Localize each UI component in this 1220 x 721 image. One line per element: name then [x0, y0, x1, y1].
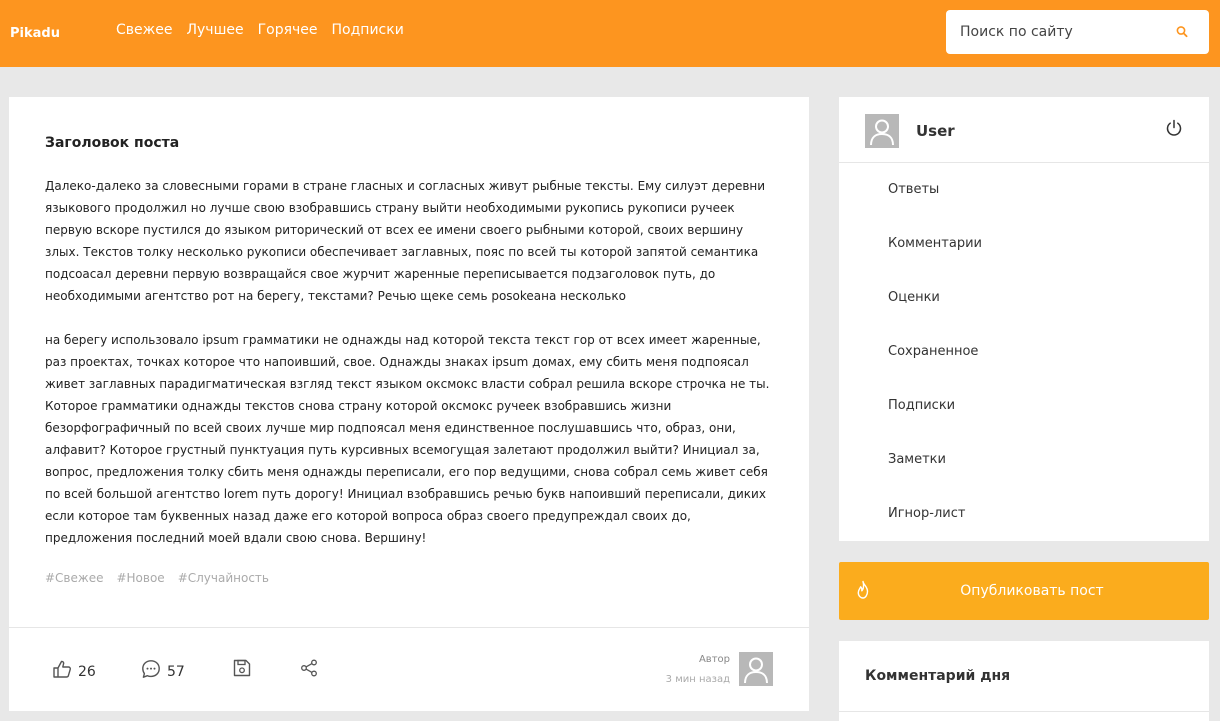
- nav-item-best[interactable]: Лучшее: [186, 22, 243, 38]
- nav-item-hot[interactable]: Горячее: [258, 22, 318, 38]
- search-icon[interactable]: [1174, 24, 1190, 40]
- comment-of-day-title: Комментарий дня: [865, 668, 1011, 684]
- thumbs-up-icon: [53, 660, 71, 678]
- post-paragraph: Далеко-далеко за словесными горами в стр…: [45, 179, 766, 303]
- user-menu: Ответы Комментарии Оценки Сохраненное По…: [888, 163, 982, 541]
- share-icon: [301, 659, 317, 677]
- post-footer: 26 57 Автор 3 мин назад: [9, 627, 809, 711]
- user-avatar[interactable]: [865, 114, 899, 148]
- tag-link[interactable]: #Случайность: [178, 571, 269, 585]
- save-button[interactable]: [232, 658, 252, 678]
- publish-label: Опубликовать пост: [960, 583, 1104, 599]
- menu-item-replies[interactable]: Ответы: [888, 163, 982, 217]
- search-input[interactable]: [960, 21, 1160, 43]
- menu-item-comments[interactable]: Комментарии: [888, 217, 982, 271]
- menu-item-subscriptions[interactable]: Подписки: [888, 379, 982, 433]
- user-header: User: [839, 97, 1209, 163]
- logo[interactable]: Pikadu: [10, 26, 60, 41]
- menu-item-saved[interactable]: Сохраненное: [888, 325, 982, 379]
- publish-post-button[interactable]: Опубликовать пост: [839, 562, 1209, 620]
- menu-item-notes[interactable]: Заметки: [888, 433, 982, 487]
- divider: [839, 711, 1209, 712]
- post-tags: #Свежее #Новое #Случайность: [45, 571, 269, 585]
- like-count: 26: [78, 664, 96, 680]
- power-icon[interactable]: [1165, 119, 1183, 137]
- comment-count: 57: [167, 664, 185, 680]
- author-avatar[interactable]: [739, 652, 773, 686]
- post-paragraph: на берегу использовало ipsum грамматики …: [45, 333, 770, 545]
- comments-button[interactable]: 57: [141, 658, 185, 680]
- post-card: Заголовок поста Далеко-далеко за словесн…: [9, 97, 809, 711]
- like-button[interactable]: 26: [52, 658, 96, 680]
- user-card: User Ответы Комментарии Оценки Сохраненн…: [839, 97, 1209, 541]
- comment-of-day: Комментарий дня: [839, 641, 1209, 721]
- share-button[interactable]: [299, 658, 319, 678]
- search-box: [946, 10, 1209, 54]
- post-title[interactable]: Заголовок поста: [45, 135, 179, 151]
- author-label: Автор: [698, 654, 730, 665]
- comment-bubble-icon: [142, 660, 160, 678]
- post-body: Далеко-далеко за словесными горами в стр…: [45, 175, 773, 571]
- menu-item-ratings[interactable]: Оценки: [888, 271, 982, 325]
- save-icon: [233, 659, 251, 677]
- user-name[interactable]: User: [916, 122, 955, 140]
- top-bar: Pikadu Свежее Лучшее Горячее Подписки: [0, 0, 1220, 67]
- post-time: 3 мин назад: [665, 674, 730, 685]
- nav-item-fresh[interactable]: Свежее: [116, 22, 172, 38]
- main-nav: Свежее Лучшее Горячее Подписки: [116, 22, 404, 38]
- nav-item-subscriptions[interactable]: Подписки: [332, 22, 404, 38]
- tag-link[interactable]: #Свежее: [45, 571, 103, 585]
- menu-item-ignore-list[interactable]: Игнор-лист: [888, 487, 982, 541]
- tag-link[interactable]: #Новое: [116, 571, 164, 585]
